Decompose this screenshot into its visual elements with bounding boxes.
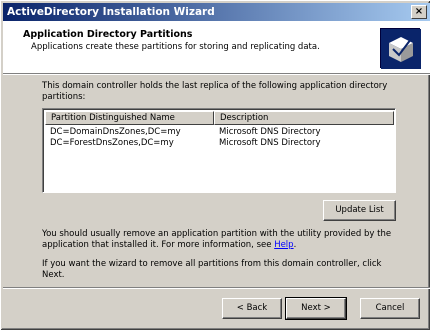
partition-description: Microsoft DNS Directory <box>219 138 321 148</box>
column-description[interactable]: Description <box>214 111 394 125</box>
help-paragraph: You should usually remove an application… <box>42 229 402 251</box>
cancel-button[interactable]: Cancel <box>360 298 420 319</box>
partition-name: DC=DomainDnsZones,DC=my <box>50 127 181 137</box>
wizard-directory-icon <box>380 28 421 69</box>
next-button[interactable]: Next > <box>285 297 347 320</box>
page-title: Application Directory Partitions <box>23 29 193 40</box>
help-link[interactable]: Help <box>274 240 293 250</box>
partition-name: DC=ForestDnsZones,DC=my <box>50 138 174 148</box>
table-row[interactable]: DC=DomainDnsZones,DC=my Microsoft DNS Di… <box>45 127 394 138</box>
update-list-button[interactable]: Update List <box>323 200 396 221</box>
close-icon[interactable]: × <box>411 5 427 19</box>
title-bar: ActiveDirectory Installation Wizard × <box>3 3 430 21</box>
window-title: ActiveDirectory Installation Wizard <box>7 6 215 18</box>
wizard-window: ActiveDirectory Installation Wizard × Ap… <box>0 0 431 331</box>
column-partition-name[interactable]: Partition Distinguished Name <box>45 111 214 125</box>
wizard-header: Application Directory Partitions Applica… <box>3 21 430 73</box>
help-text: You should usually remove an application… <box>42 229 392 250</box>
page-subtitle: Applications create these partitions for… <box>31 42 320 52</box>
next-instruction: If you want the wizard to remove all par… <box>42 259 382 280</box>
intro-text: This domain controller holds the last re… <box>42 81 388 102</box>
help-text-tail: . <box>293 240 297 250</box>
partition-description: Microsoft DNS Directory <box>219 127 321 137</box>
header-divider <box>3 73 430 75</box>
back-button[interactable]: < Back <box>222 298 282 319</box>
partitions-list[interactable]: Partition Distinguished Name Description… <box>42 108 396 193</box>
table-row[interactable]: DC=ForestDnsZones,DC=my Microsoft DNS Di… <box>45 138 394 149</box>
footer-divider <box>3 287 430 289</box>
list-header: Partition Distinguished Name Description <box>45 111 394 125</box>
